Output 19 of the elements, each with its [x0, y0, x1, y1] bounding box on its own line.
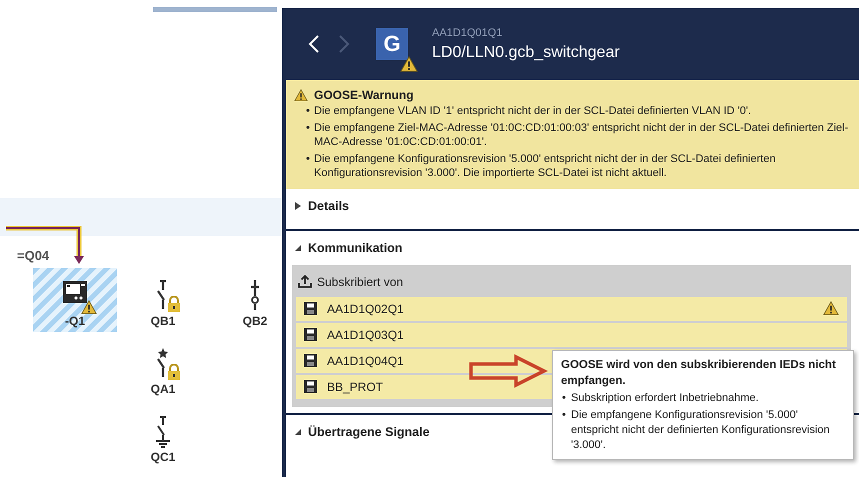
bay-label: =Q04 [17, 248, 50, 263]
device-label: QB2 [242, 314, 268, 328]
warning-item: • Die empfangene Konfigurationsrevision '5.000' entspricht nicht der in der SCL-Datei definierten Konfigurationsrevision '3.000'. Die importierte SCL-Datei ist nicht aktuell. [305, 152, 777, 180]
tooltip-item: • Die empfangene Konfigurationsrevision '5.000' entspricht nicht der definierten Konfigurationsrevision '3.000'. [561, 408, 831, 453]
warning-item: • Die empfangene Ziel-MAC-Adresse '01:0C:CD:01:00:03' entspricht nicht der in der SCL-Datei definierten Ziel-MAC-Adresse '01:0C:CD:01:00:01'. [305, 120, 850, 150]
device-label: QC1 [150, 450, 176, 464]
warning-title: GOOSE-Warnung [314, 88, 414, 102]
tooltip-item: • Subskription erfordert Inbetriebnahme. [561, 391, 760, 406]
subscribed-label: Subskribiert von [317, 274, 404, 288]
panel-subtitle: AA1D1Q01Q1 [432, 26, 504, 38]
device-label: QB1 [150, 314, 176, 328]
subscriber-name: AA1D1Q03Q1 [327, 328, 404, 342]
warning-item: • Die empfangene VLAN ID '1' entspricht nicht der in der SCL-Datei definierten VLAN ID '0'. [305, 104, 752, 118]
subscriber-name: AA1D1Q04Q1 [327, 354, 404, 368]
device-label: QA1 [150, 382, 176, 396]
subscriber-name: AA1D1Q02Q1 [327, 302, 404, 316]
subscriber-name: BB_PROT [327, 380, 384, 394]
panel-title: LD0/LLN0.gcb_switchgear [432, 44, 620, 62]
device-label: -Q1 [64, 314, 85, 328]
